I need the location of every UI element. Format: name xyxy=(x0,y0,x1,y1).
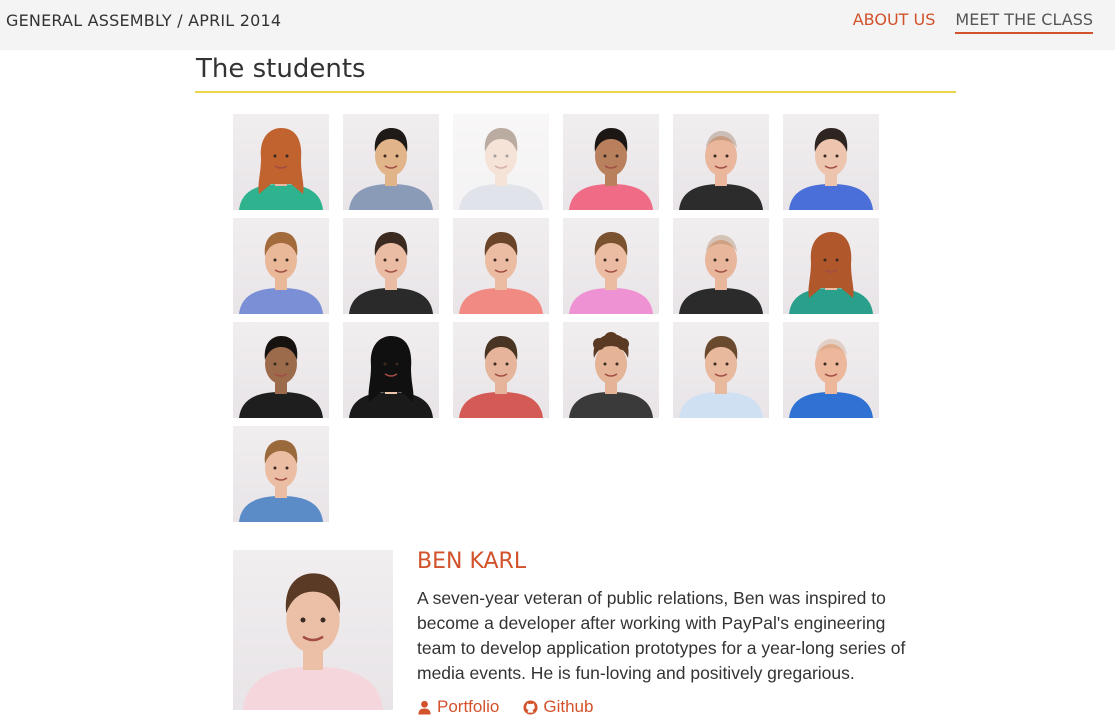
student-portrait[interactable] xyxy=(673,114,769,210)
page-title: The students xyxy=(195,54,956,93)
student-portrait[interactable] xyxy=(233,114,329,210)
student-portrait[interactable] xyxy=(343,322,439,418)
selected-student-photo xyxy=(233,550,393,710)
nav-meet-the-class[interactable]: MEET THE CLASS xyxy=(955,10,1093,34)
student-portrait[interactable] xyxy=(673,322,769,418)
student-photo xyxy=(569,128,653,210)
student-portrait[interactable] xyxy=(233,218,329,314)
student-portrait[interactable] xyxy=(783,218,879,314)
brand-title[interactable]: GENERAL ASSEMBLY / APRIL 2014 xyxy=(6,11,281,30)
github-icon xyxy=(523,699,538,715)
student-portrait[interactable] xyxy=(233,426,329,522)
student-portrait[interactable] xyxy=(453,114,549,210)
student-photo xyxy=(679,131,763,210)
student-links: Portfolio Github xyxy=(417,697,593,717)
student-portrait[interactable] xyxy=(563,322,659,418)
github-link-label: Github xyxy=(543,697,594,716)
student-portrait[interactable] xyxy=(453,322,549,418)
student-photo xyxy=(239,128,323,210)
portfolio-link[interactable]: Portfolio xyxy=(417,697,499,717)
student-photo xyxy=(459,232,543,314)
nav-about-us[interactable]: ABOUT US xyxy=(853,10,936,34)
student-photo xyxy=(349,128,433,210)
student-photo xyxy=(349,336,433,418)
student-photo xyxy=(789,232,873,314)
student-portrait-grid xyxy=(233,114,883,522)
student-portrait[interactable] xyxy=(563,114,659,210)
student-photo xyxy=(569,232,653,314)
student-portrait[interactable] xyxy=(783,322,879,418)
student-photo xyxy=(789,128,873,210)
student-portrait[interactable] xyxy=(343,218,439,314)
student-photo xyxy=(239,232,323,314)
selected-student-name: BEN KARL xyxy=(417,549,527,574)
student-portrait[interactable] xyxy=(673,218,769,314)
student-portrait[interactable] xyxy=(233,322,329,418)
selected-student-bio: A seven-year veteran of public relations… xyxy=(417,588,906,683)
student-photo xyxy=(789,339,873,418)
selected-student-photo-image xyxy=(243,573,383,710)
portfolio-link-label: Portfolio xyxy=(437,697,500,716)
top-navigation-bar: GENERAL ASSEMBLY / APRIL 2014 ABOUT US M… xyxy=(0,0,1115,50)
student-portrait[interactable] xyxy=(783,114,879,210)
student-photo xyxy=(349,232,433,314)
user-icon xyxy=(418,700,431,715)
student-photo xyxy=(569,332,653,418)
student-portrait[interactable] xyxy=(453,218,549,314)
student-photo xyxy=(239,336,323,418)
student-photo xyxy=(459,336,543,418)
student-photo xyxy=(459,128,543,210)
student-photo xyxy=(679,235,763,314)
student-photo xyxy=(679,336,763,418)
student-photo xyxy=(239,440,323,522)
main-nav: ABOUT US MEET THE CLASS xyxy=(853,10,1093,34)
student-portrait[interactable] xyxy=(563,218,659,314)
github-link[interactable]: Github xyxy=(523,697,593,717)
student-portrait[interactable] xyxy=(343,114,439,210)
